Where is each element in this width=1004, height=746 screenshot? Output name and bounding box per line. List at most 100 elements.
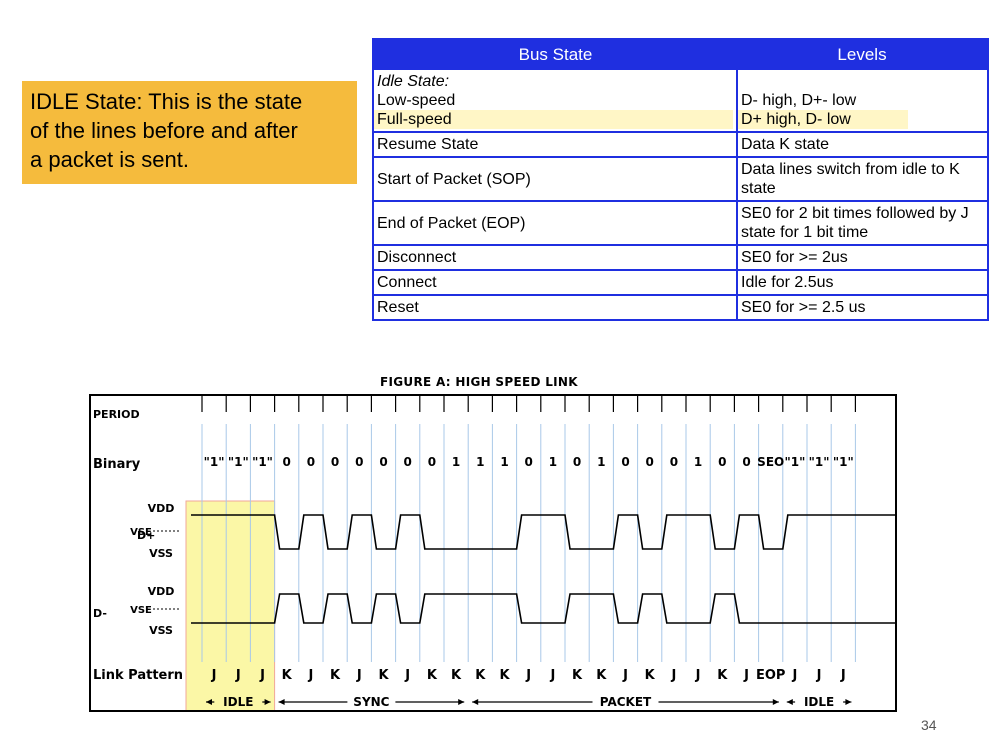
link-pattern-label: Link Pattern [93, 668, 183, 683]
link-pattern-letter: J [622, 668, 628, 683]
header-bus-state: Bus State [373, 39, 737, 69]
binary-bit-label: 1 [500, 455, 508, 469]
binary-bit-label: 0 [718, 455, 726, 469]
link-pattern-letter: J [259, 668, 265, 683]
idle-state-title: Idle State: [377, 73, 450, 90]
segment-arrow-head [458, 699, 465, 705]
segment-label: IDLE [223, 695, 253, 709]
dplus-vse-label: VSE [130, 527, 152, 538]
binary-bit-label: "1" [833, 455, 854, 469]
binary-bit-label: 0 [283, 455, 291, 469]
binary-bit-label: 0 [307, 455, 315, 469]
link-pattern-letter: J [695, 668, 701, 683]
bus-state-cell: Reset [372, 294, 738, 321]
segment-label: SYNC [353, 695, 389, 709]
levels-cell: Data K state [736, 131, 989, 158]
dplus-vss-label: VSS [149, 547, 173, 560]
table-row: End of Packet (EOP) SE0 for 2 bit times … [372, 200, 989, 246]
callout-line-1: IDLE State: This is the state [30, 89, 303, 114]
link-pattern-letter: K [330, 668, 341, 683]
high-speed-link-figure: PERIODBinaryVDDD+VSEVSSVDDD- VSEVSSLink P… [89, 394, 897, 712]
bus-state-table: Bus State Levels Idle State: Low-speed F… [372, 38, 989, 321]
binary-bit-label: 0 [646, 455, 654, 469]
binary-bit-label: 0 [379, 455, 387, 469]
binary-bit-label: SEO [757, 455, 784, 469]
header-levels: Levels [737, 39, 988, 69]
link-pattern-letter: J [211, 668, 217, 683]
table-row: Reset SE0 for >= 2.5 us [372, 294, 989, 321]
dminus-waveform [191, 593, 895, 624]
link-pattern-letter: K [499, 668, 510, 683]
idle-state-callout: IDLE State: This is the state of the lin… [22, 81, 357, 184]
link-pattern-letter: K [475, 668, 486, 683]
table-row-idle: Idle State: Low-speed Full-speed D- high… [372, 68, 989, 133]
segment-label: PACKET [600, 695, 652, 709]
link-pattern-letter: K [451, 668, 462, 683]
link-pattern-letter: K [572, 668, 583, 683]
table-row: Start of Packet (SOP) Data lines switch … [372, 156, 989, 202]
table-row: Resume State Data K state [372, 131, 989, 158]
binary-bit-label: 0 [428, 455, 436, 469]
full-speed-label: Full-speed [374, 110, 733, 129]
binary-bit-label: 0 [331, 455, 339, 469]
binary-bit-label: "1" [252, 455, 273, 469]
full-speed-level: D+ high, D- low [738, 110, 908, 129]
levels-cell: Idle for 2.5us [736, 269, 989, 296]
binary-bit-label: 0 [742, 455, 750, 469]
bus-state-cell: Disconnect [372, 244, 738, 271]
binary-bit-label: "1" [784, 455, 805, 469]
levels-cell: SE0 for >= 2.5 us [736, 294, 989, 321]
link-pattern-letter: J [670, 668, 676, 683]
segment-arrow-head [845, 699, 852, 705]
bus-state-cell: Start of Packet (SOP) [372, 156, 738, 202]
link-pattern-letter: J [840, 668, 846, 683]
table-row: Disconnect SE0 for >= 2us [372, 244, 989, 271]
segment-arrow-head [772, 699, 779, 705]
link-pattern-letter: J [549, 668, 555, 683]
table-row: Connect Idle for 2.5us [372, 269, 989, 296]
levels-cell: SE0 for >= 2us [736, 244, 989, 271]
dminus-vdd-label: VDD [148, 585, 175, 598]
link-pattern-letter: K [596, 668, 607, 683]
binary-bit-label: "1" [204, 455, 225, 469]
link-pattern-letter: J [356, 668, 362, 683]
dminus-vss-label: VSS [149, 624, 173, 637]
low-speed-label: Low-speed [377, 92, 456, 109]
binary-bit-label: 0 [670, 455, 678, 469]
segment-arrow-head [472, 699, 479, 705]
link-pattern-letter: J [307, 668, 313, 683]
link-pattern-letter: J [743, 668, 749, 683]
levels-cell: Data lines switch from idle to K state [736, 156, 989, 202]
binary-bit-label: "1" [228, 455, 249, 469]
levels-cell: SE0 for 2 bit times followed by J state … [736, 200, 989, 246]
table-header-row: Bus State Levels [373, 39, 988, 69]
binary-bit-label: 0 [525, 455, 533, 469]
link-pattern-letter: J [816, 668, 822, 683]
dplus-vdd-label: VDD [148, 502, 175, 515]
link-pattern-letter: EOP [756, 668, 785, 683]
binary-bit-label: 1 [694, 455, 702, 469]
callout-line-3: a packet is sent. [30, 147, 189, 172]
slide-number: 34 [921, 717, 937, 733]
link-pattern-letter: K [282, 668, 293, 683]
binary-label: Binary [93, 457, 141, 472]
low-speed-level: D- high, D+- low [741, 92, 857, 109]
bus-state-cell: Resume State [372, 131, 738, 158]
link-pattern-letter: K [378, 668, 389, 683]
bus-state-cell: Connect [372, 269, 738, 296]
idle-levels-cell: D- high, D+- low D+ high, D- low [736, 68, 989, 133]
link-pattern-letter: J [404, 668, 410, 683]
dminus-vse-label: VSE [130, 605, 152, 616]
binary-bit-label: 1 [549, 455, 557, 469]
link-pattern-letter: J [525, 668, 531, 683]
idle-state-cell: Idle State: Low-speed Full-speed [372, 68, 738, 133]
bus-state-cell: End of Packet (EOP) [372, 200, 738, 246]
binary-bit-label: 1 [452, 455, 460, 469]
link-pattern-letter: J [235, 668, 241, 683]
binary-bit-label: 0 [404, 455, 412, 469]
link-pattern-letter: K [645, 668, 656, 683]
dplus-waveform [191, 514, 895, 550]
binary-bit-label: 1 [476, 455, 484, 469]
segment-arrow-head [786, 699, 793, 705]
callout-line-2: of the lines before and after [30, 118, 298, 143]
